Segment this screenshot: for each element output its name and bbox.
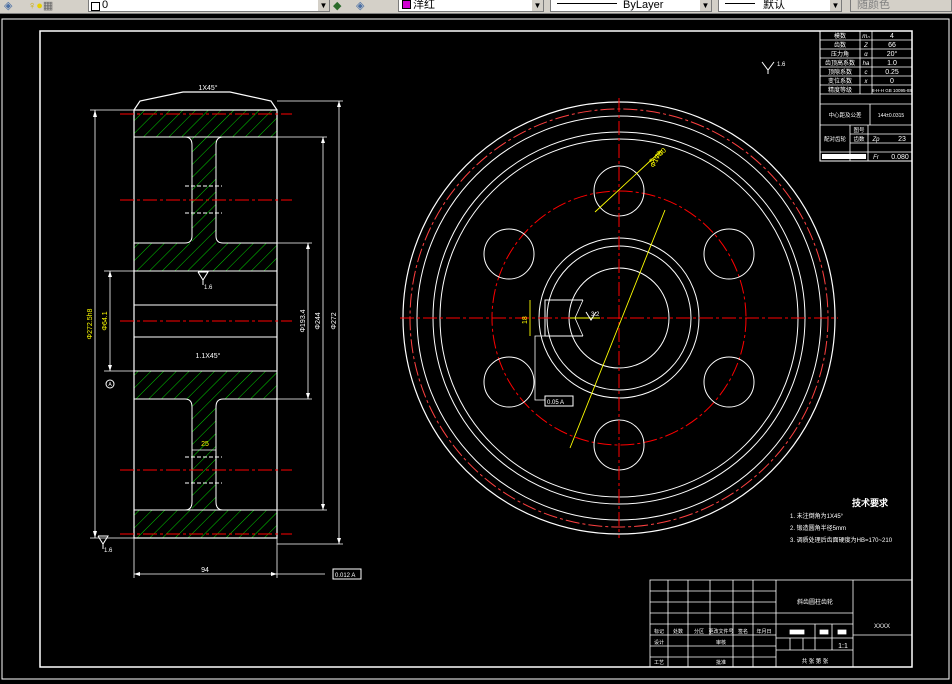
chevron-down-icon[interactable]: ▼ bbox=[700, 0, 711, 11]
drawing-canvas[interactable]: 1X45° 1.1X45° 25 94 Φ272.5h8 Φ64.1 Φ193.… bbox=[0, 14, 952, 684]
color-value: 洋红 bbox=[413, 0, 435, 11]
label-sign: 签名 bbox=[738, 628, 748, 635]
tolerance-value: 0.012 A bbox=[335, 573, 355, 579]
right-dia1-label: Φ193.4 bbox=[300, 309, 307, 332]
right-dia2-label: Φ244 bbox=[315, 312, 322, 329]
section-view bbox=[120, 91, 292, 539]
param-symbol: α bbox=[864, 52, 868, 58]
color-swatch bbox=[402, 0, 411, 10]
param-value: 0.25 bbox=[885, 69, 899, 76]
tech-item-1: 1. 未注倒角为1X45° bbox=[790, 512, 844, 520]
chevron-down-icon[interactable]: ▼ bbox=[318, 0, 329, 11]
chevron-down-icon[interactable]: ▼ bbox=[532, 0, 543, 11]
param-label: 齿顶高系数 bbox=[825, 59, 855, 67]
param-label: 模数 bbox=[834, 32, 846, 40]
pair-symbol: Zp bbox=[871, 137, 880, 143]
label-count: 处数 bbox=[673, 628, 683, 635]
layer-manager-icon[interactable]: ◈ bbox=[4, 0, 12, 12]
right-dia3-label: Φ272 bbox=[331, 312, 338, 329]
linetype-preview bbox=[557, 3, 617, 5]
dimension-arrows bbox=[93, 101, 341, 576]
param-value: 66 bbox=[888, 42, 896, 49]
layer-value: 0 bbox=[102, 0, 109, 11]
pair-gear-label: 配对齿轮 bbox=[824, 135, 847, 143]
label-date: 年月日 bbox=[756, 628, 771, 635]
make-current-layer-icon[interactable]: ◆ bbox=[333, 0, 341, 12]
color-dropdown[interactable]: 洋红 ▼ bbox=[398, 0, 544, 12]
key-tolerance-value: 0.05 A bbox=[547, 400, 564, 406]
tech-requirements-title: 技术要求 bbox=[852, 497, 889, 508]
hatch-top-hub bbox=[134, 243, 277, 271]
scale-value: 1:1 bbox=[838, 643, 848, 650]
param-symbol: mₙ bbox=[862, 34, 870, 40]
hatch-bottom-hub bbox=[134, 371, 277, 399]
param-label: 精度等级 bbox=[828, 86, 852, 94]
param-value: 4 bbox=[890, 33, 894, 40]
layer-previous-icon[interactable]: ◈ bbox=[356, 0, 364, 12]
label-change: 更改文件号 bbox=[708, 628, 733, 635]
param-label: 压力角 bbox=[831, 50, 849, 58]
lineweight-preview bbox=[725, 3, 755, 5]
sheet-info: 共 张 第 张 bbox=[802, 657, 829, 665]
corner-roughness-value: 1.6 bbox=[777, 62, 786, 68]
param-value: 1.0 bbox=[887, 60, 897, 67]
left-dia2-label: Φ64.1 bbox=[102, 311, 109, 330]
param-symbol: ha bbox=[863, 61, 870, 67]
corner-roughness-symbol bbox=[761, 61, 775, 74]
hatch-bottom-web bbox=[192, 399, 216, 510]
left-dia1-label: Φ272.5h8 bbox=[87, 308, 94, 339]
layer-dropdown[interactable]: 0 ▼ bbox=[88, 0, 330, 12]
param-value: 8-H-H GB 10095-88 bbox=[872, 88, 913, 93]
plotstyle-dropdown: 随颜色 bbox=[850, 0, 952, 12]
roughness-value-1: 1.6 bbox=[204, 285, 213, 291]
linetype-dropdown[interactable]: ByLayer ▼ bbox=[550, 0, 712, 12]
center-distance-value: 144±0.0315 bbox=[878, 113, 905, 119]
label-process: 工艺 bbox=[654, 660, 664, 666]
keyway-label: 18 bbox=[522, 316, 529, 324]
fr-symbol: Fr bbox=[873, 155, 880, 161]
tech-item-2: 2. 锻造圆角半径5mm bbox=[790, 524, 846, 532]
label-approve: 批准 bbox=[716, 659, 726, 666]
chamfer-mid-label: 1.1X45° bbox=[196, 352, 221, 360]
param-label: 顶隙系数 bbox=[828, 68, 852, 76]
lineweight-value: 默认 bbox=[763, 0, 785, 11]
linetype-value: ByLayer bbox=[623, 0, 664, 11]
center-distance-label: 中心距及公差 bbox=[828, 111, 862, 119]
param-label: 变位系数 bbox=[828, 77, 852, 85]
chevron-down-icon[interactable]: ▼ bbox=[830, 0, 841, 11]
pair-sub-label-1: 图号 bbox=[853, 126, 865, 134]
school-name: XXXX bbox=[874, 624, 890, 630]
title-block bbox=[649, 579, 913, 668]
label-review: 审核 bbox=[716, 639, 726, 646]
param-symbol: c bbox=[865, 70, 868, 76]
plotstyle-value: 随颜色 bbox=[857, 0, 890, 11]
param-symbol: Z bbox=[863, 43, 868, 49]
param-value: 0 bbox=[890, 78, 894, 85]
tech-item-3: 3. 调质处理后齿面硬度为HB=170~210 bbox=[790, 536, 893, 544]
param-value: 20° bbox=[887, 50, 898, 58]
hatch-top-web bbox=[192, 137, 216, 243]
roughness-value-2: 1.6 bbox=[104, 548, 113, 554]
properties-toolbar: ◈ ♀●▦ 0 ▼ ◆ ◈ 洋红 ▼ ByLayer ▼ 默认 ▼ 随颜色 bbox=[0, 0, 952, 14]
label-zone: 分区 bbox=[694, 628, 704, 635]
fr-value: 0.080 bbox=[891, 154, 909, 161]
web-dim-label: 25 bbox=[201, 441, 209, 448]
param-symbol: x bbox=[864, 79, 869, 85]
pair-value: 23 bbox=[898, 136, 906, 143]
chamfer-top-label: 1X45° bbox=[198, 84, 217, 92]
lineweight-dropdown[interactable]: 默认 ▼ bbox=[718, 0, 842, 12]
layer-color-square bbox=[91, 2, 100, 11]
layer-state-icons: ♀●▦ bbox=[28, 0, 54, 12]
pair-sub-label-2: 齿数 bbox=[853, 135, 865, 143]
label-mark: 标记 bbox=[654, 628, 664, 635]
label-design: 设计 bbox=[654, 639, 664, 646]
key-roughness-value: 3.2 bbox=[591, 312, 600, 318]
width-dim-label: 94 bbox=[201, 567, 209, 574]
param-label: 齿数 bbox=[834, 41, 846, 49]
front-view bbox=[400, 98, 838, 538]
part-name: 斜齿圆柱齿轮 bbox=[797, 598, 833, 606]
